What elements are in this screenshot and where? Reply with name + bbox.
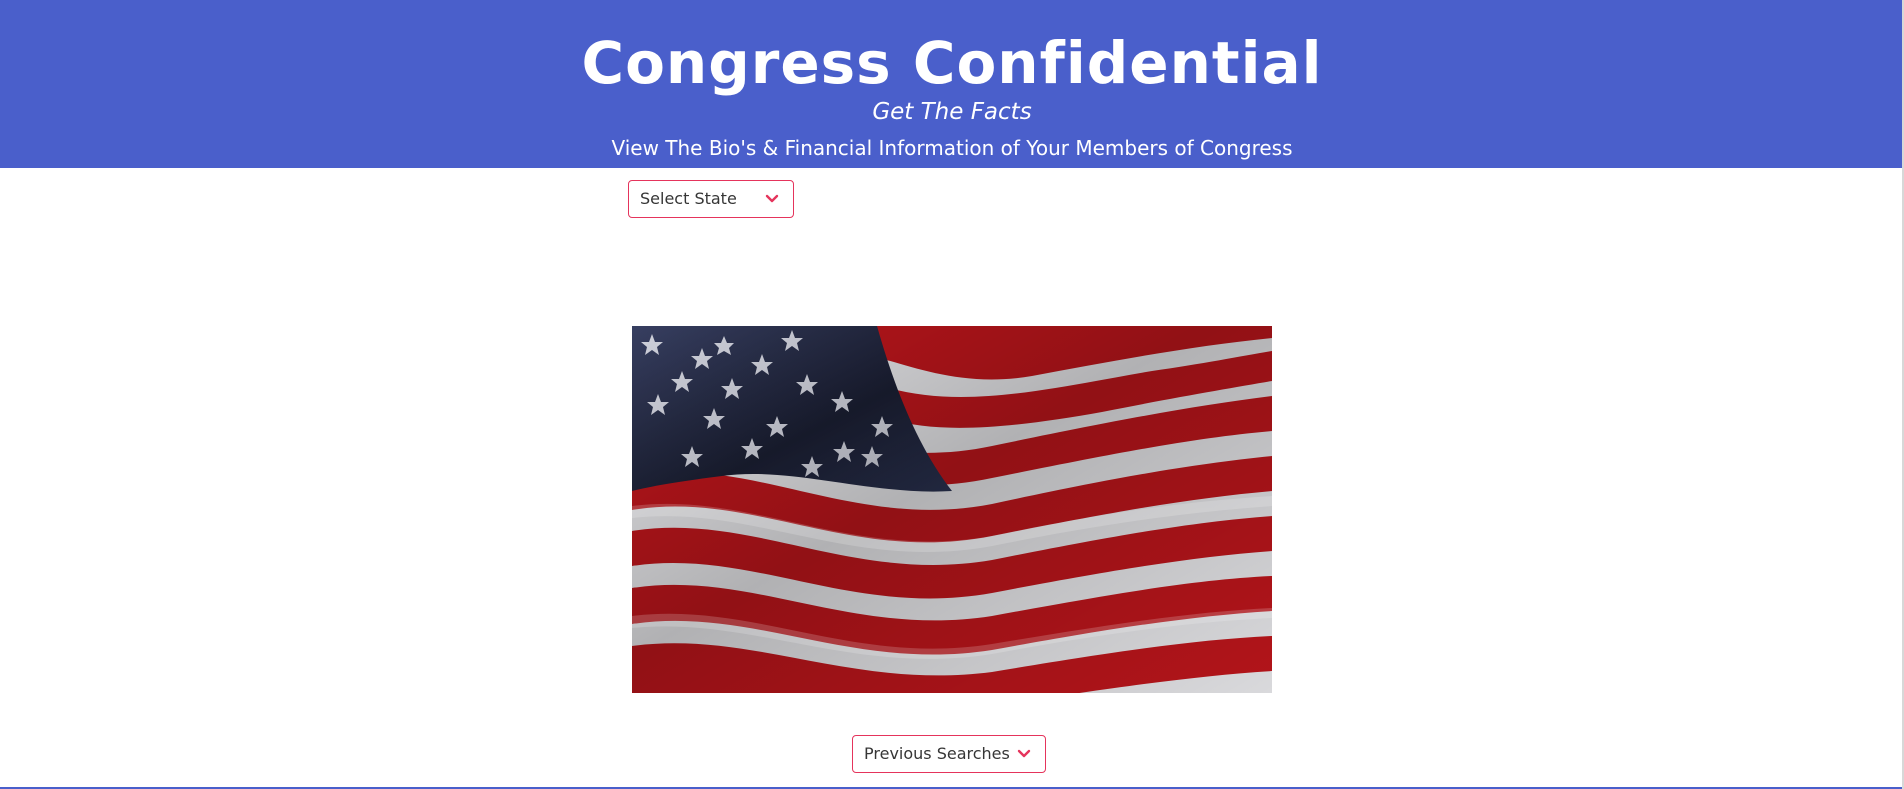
page-subtitle: Get The Facts bbox=[872, 99, 1032, 125]
american-flag-image bbox=[632, 326, 1272, 693]
page-tagline: View The Bio's & Financial Information o… bbox=[611, 136, 1293, 160]
previous-searches-value: Previous Searches bbox=[864, 744, 1010, 763]
state-select[interactable]: Select State bbox=[628, 180, 794, 218]
page-title: Congress Confidential bbox=[581, 29, 1323, 97]
flag-graphic bbox=[632, 326, 1272, 693]
previous-searches-select[interactable]: Previous Searches bbox=[852, 735, 1046, 773]
site-header: Congress Confidential Get The Facts View… bbox=[0, 0, 1904, 168]
chevron-down-icon bbox=[1017, 749, 1031, 758]
chevron-down-icon bbox=[765, 194, 779, 203]
state-select-value: Select State bbox=[640, 189, 737, 208]
